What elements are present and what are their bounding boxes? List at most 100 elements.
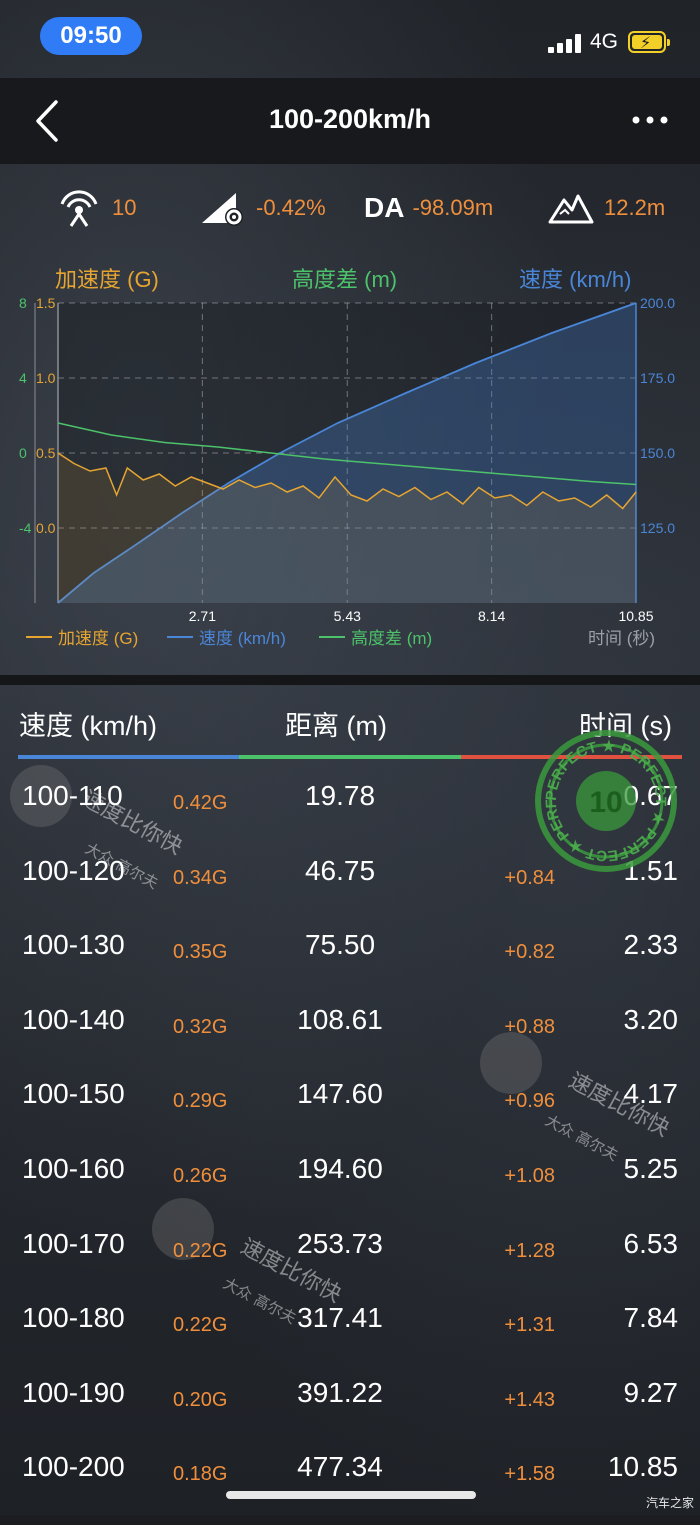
row-speed: 100-170	[22, 1227, 125, 1259]
x-tick: 2.71	[189, 608, 216, 624]
da-value: -98.09m	[412, 195, 494, 220]
row-time-delta: +0.96	[504, 1090, 555, 1113]
more-button[interactable]	[628, 98, 678, 138]
y-tick-accel: 1.5	[36, 295, 56, 311]
row-distance: 108.61	[297, 1003, 383, 1035]
row-time: 2.33	[623, 929, 679, 961]
performance-chart: 8 4 0 -4 1.5 1.0 0.5 0.0 200.0 175.0 150.0 125.0 2.7…	[19, 295, 675, 624]
row-time-delta: +0.82	[504, 941, 555, 964]
header-distance: 距离 (m)	[285, 711, 387, 741]
satellites-value: 10	[112, 195, 137, 220]
legend-speed: 速度 (km/h)	[167, 624, 286, 649]
satellite-signal-icon	[60, 190, 98, 227]
table-row: 100-200 0.18G 477.34 +1.58 10.85	[0, 1451, 700, 1525]
slope-gear-icon	[202, 193, 243, 226]
row-distance: 147.60	[297, 1078, 383, 1110]
nav-bar: 100-200km/h	[0, 78, 700, 164]
slope-stat: -0.42%	[200, 190, 326, 226]
row-distance: 477.34	[297, 1451, 383, 1483]
table-row: 100-140 0.32G 108.61 +0.88 3.20	[0, 1004, 700, 1078]
altitude-stat: 12.2m	[548, 190, 665, 226]
da-stat: DA -98.09m	[364, 190, 493, 226]
signal-icon	[548, 33, 582, 53]
row-gforce: 0.42G	[173, 792, 228, 814]
satellites-stat: 10	[56, 190, 137, 227]
row-time: 6.53	[623, 1227, 679, 1259]
row-distance: 317.41	[297, 1302, 383, 1334]
more-dots-icon	[632, 116, 668, 124]
battery-icon: ⚡	[628, 31, 670, 53]
row-speed: 100-150	[22, 1078, 125, 1110]
y-tick-height: 8	[19, 295, 27, 311]
row-gforce: 0.22G	[173, 1314, 228, 1337]
row-time-delta: +1.43	[504, 1388, 555, 1411]
y-tick-accel: 1.0	[36, 370, 56, 386]
legend-height-label: 高度差 (m)	[351, 629, 433, 648]
perfect-stamp-icon: PERFECT ★ PERFECT ★ PERFECT ★ PERFECT ★ …	[533, 728, 677, 872]
row-gforce: 0.35G	[173, 941, 228, 964]
network-type: 4G	[590, 30, 619, 53]
table-row: 100-190 0.20G 391.22 +1.43 9.27	[0, 1377, 700, 1451]
row-time-delta: +1.58	[504, 1463, 555, 1486]
row-gforce: 0.34G	[173, 866, 228, 889]
row-speed: 100-180	[22, 1302, 125, 1334]
header-speed: 速度 (km/h)	[19, 711, 157, 741]
row-time-delta: +1.31	[504, 1314, 555, 1337]
row-time: 3.20	[623, 1003, 679, 1035]
page-title: 100-200km/h	[268, 104, 432, 134]
y-tick-accel: 0.5	[36, 445, 56, 461]
row-gforce: 0.29G	[173, 1090, 228, 1113]
row-time-delta: +1.28	[504, 1239, 555, 1262]
x-axis-title: 时间 (秒)	[588, 629, 656, 648]
altitude-value: 12.2m	[604, 195, 666, 220]
row-gforce: 0.22G	[173, 1239, 228, 1262]
row-time-delta: +1.08	[504, 1165, 555, 1187]
row-speed: 100-130	[22, 929, 125, 961]
row-speed: 100-190	[22, 1376, 125, 1408]
row-gforce: 0.32G	[173, 1015, 228, 1038]
row-time: 7.84	[623, 1302, 679, 1334]
table-row: 100-130 0.35G 75.50 +0.82 2.33	[0, 929, 700, 1003]
row-distance: 253.73	[297, 1227, 383, 1259]
table-row: 100-160 0.26G 194.60 +1.08 5.25	[0, 1153, 700, 1227]
home-indicator	[226, 1491, 476, 1499]
site-watermark: 汽车之家	[646, 1496, 695, 1510]
mountain-icon	[548, 194, 594, 224]
y-tick-speed: 150.0	[640, 445, 675, 461]
x-tick: 10.85	[618, 608, 653, 624]
row-distance: 194.60	[297, 1153, 383, 1184]
y-tick-height: 4	[19, 370, 27, 386]
y-tick-speed: 175.0	[640, 370, 675, 386]
table-row: 100-150 0.29G 147.60 +0.96 4.17	[0, 1078, 700, 1152]
y-tick-speed: 200.0	[640, 295, 675, 311]
row-gforce: 0.20G	[173, 1388, 228, 1411]
row-distance: 391.22	[297, 1376, 383, 1408]
legend-height-swatch	[319, 635, 345, 638]
legend-height: 高度差 (m)	[319, 624, 432, 649]
legend-accel-label: 加速度 (G)	[58, 629, 139, 648]
row-time: 4.17	[623, 1078, 679, 1110]
row-distance: 75.50	[304, 929, 376, 961]
row-time: 9.27	[623, 1376, 679, 1408]
row-distance: 19.78	[304, 780, 376, 811]
row-gforce: 0.18G	[173, 1463, 228, 1486]
y-tick-accel: 0.0	[36, 520, 56, 536]
row-time: 10.85	[607, 1451, 678, 1483]
x-tick: 5.43	[334, 608, 361, 624]
row-speed: 100-110	[22, 780, 123, 811]
row-distance: 46.75	[304, 854, 376, 886]
stamp-score: 10	[589, 786, 622, 819]
da-label: DA	[364, 192, 405, 223]
row-speed: 100-200	[22, 1451, 125, 1483]
table-row: 100-170 0.22G 253.73 +1.28 6.53	[0, 1228, 700, 1302]
legend-accel: 加速度 (G)	[26, 624, 138, 649]
row-time-delta: +0.88	[504, 1015, 555, 1038]
status-time: 09:50	[40, 17, 142, 55]
legend-speed-swatch	[167, 635, 193, 638]
row-gforce: 0.26G	[173, 1165, 228, 1187]
x-tick: 8.14	[478, 608, 505, 624]
y-tick-speed: 125.0	[640, 520, 675, 536]
row-speed: 100-160	[22, 1153, 125, 1184]
legend-accel-swatch	[26, 635, 52, 638]
table-row: 100-180 0.22G 317.41 +1.31 7.84	[0, 1302, 700, 1376]
